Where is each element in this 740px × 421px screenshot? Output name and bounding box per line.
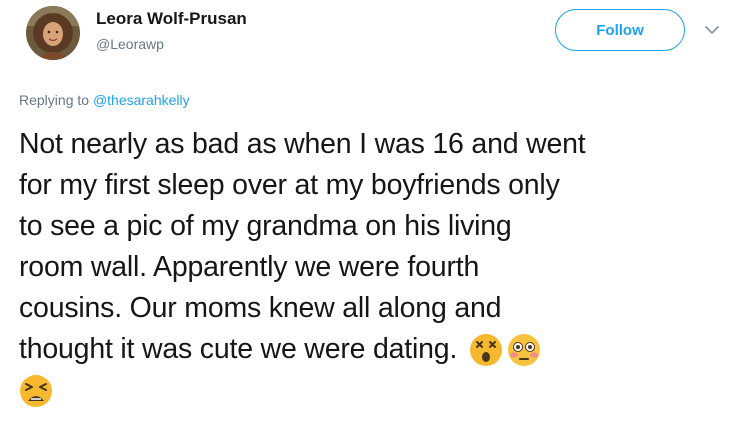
reply-mention-link[interactable]: @thesarahkelly — [93, 92, 190, 108]
follow-button[interactable]: Follow — [555, 9, 685, 51]
tweet-text-line: thought it was cute we were dating. — [19, 333, 458, 365]
author-handle[interactable]: @Leorawp — [96, 36, 164, 52]
tweet-emoji-line — [19, 370, 734, 411]
tweet-text-line: for my first sleep over at my boyfriends… — [19, 169, 560, 201]
reply-prefix: Replying to — [19, 92, 93, 108]
reply-context: Replying to @thesarahkelly — [19, 92, 190, 108]
tweet-text-line: to see a pic of my grandma on his living — [19, 210, 512, 242]
tweet-text-line: Not nearly as bad as when I was 16 and w… — [19, 128, 586, 160]
tweet-text-line: cousins. Our moms knew all along and — [19, 292, 502, 324]
tweet-text-line: room wall. Apparently we were fourth — [19, 251, 480, 283]
tweet-text: Not nearly as bad as when I was 16 and w… — [19, 124, 734, 411]
tweet-text-line-with-emoji: thought it was cute we were dating. — [19, 329, 734, 370]
avatar[interactable] — [26, 6, 80, 60]
author-display-name[interactable]: Leora Wolf-Prusan — [96, 9, 247, 29]
dizzy-face-emoji — [469, 333, 503, 367]
chevron-down-icon[interactable] — [702, 22, 722, 38]
tweet-card: Leora Wolf-Prusan @Leorawp Follow Replyi… — [0, 0, 740, 421]
flushed-face-emoji — [507, 333, 541, 367]
avatar-image — [26, 6, 80, 60]
tired-face-emoji — [19, 374, 53, 408]
